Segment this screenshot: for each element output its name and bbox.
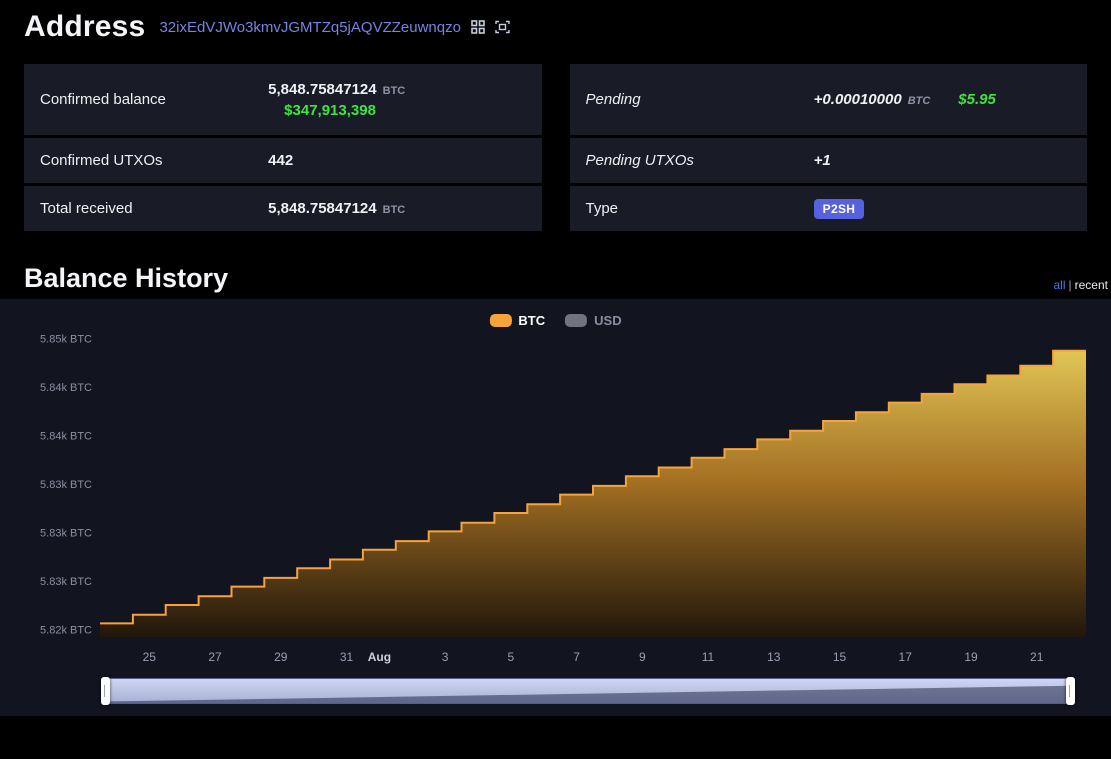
- stat-label: Type: [586, 200, 814, 217]
- pending-usd: $5.95: [958, 91, 996, 108]
- stat-label: Confirmed balance: [40, 91, 268, 108]
- balance-history-header: Balance History all|recent: [0, 249, 1111, 299]
- svg-text:5.82k BTC: 5.82k BTC: [40, 624, 92, 636]
- range-divider: |: [1069, 278, 1072, 292]
- svg-text:13: 13: [767, 650, 781, 664]
- chart-range-navigator[interactable]: [102, 678, 1074, 704]
- svg-text:7: 7: [573, 650, 580, 664]
- legend-item-btc[interactable]: BTC: [489, 313, 545, 328]
- confirmed-balance-usd: $347,913,398: [268, 102, 405, 119]
- stat-label: Confirmed UTXOs: [40, 152, 268, 169]
- page-title: Address: [24, 10, 145, 44]
- svg-text:5.83k BTC: 5.83k BTC: [40, 527, 92, 539]
- scan-address-icon[interactable]: [495, 20, 510, 34]
- pending-utxos-value: +1: [814, 152, 831, 169]
- confirmed-stats-table: Confirmed balance 5,848.75847124 BTC $34…: [24, 64, 542, 231]
- stat-row-total-received: Total received 5,848.75847124 BTC: [24, 186, 542, 231]
- stat-row-pending: Pending +0.00010000 BTC $5.95: [570, 64, 1088, 135]
- balance-history-chart-panel: 5.85k BTC 5.84k BTC 5.84k BTC 5.83k BTC 5.83…: [0, 299, 1111, 716]
- svg-text:15: 15: [833, 650, 847, 664]
- svg-text:5.85k BTC: 5.85k BTC: [40, 334, 92, 346]
- balance-chart-svg: 5.85k BTC 5.84k BTC 5.84k BTC 5.83k BTC 5.83…: [0, 299, 1111, 671]
- chart-legend: BTC USD: [489, 313, 621, 328]
- legend-item-usd[interactable]: USD: [565, 313, 621, 328]
- svg-text:5.84k BTC: 5.84k BTC: [40, 431, 92, 443]
- navigator-left-handle[interactable]: [101, 677, 110, 705]
- qr-code-icon[interactable]: [471, 20, 485, 34]
- svg-text:25: 25: [143, 650, 157, 664]
- stat-label: Total received: [40, 200, 268, 217]
- svg-text:21: 21: [1030, 650, 1044, 664]
- btc-unit: BTC: [908, 95, 931, 107]
- svg-text:5.84k BTC: 5.84k BTC: [40, 382, 92, 394]
- balance-history-title: Balance History: [24, 263, 228, 294]
- svg-text:Aug: Aug: [368, 650, 391, 664]
- svg-text:27: 27: [208, 650, 222, 664]
- svg-text:9: 9: [639, 650, 646, 664]
- stat-row-type: Type P2SH: [570, 186, 1088, 231]
- svg-text:5: 5: [507, 650, 514, 664]
- legend-label: USD: [594, 313, 621, 328]
- svg-text:17: 17: [899, 650, 913, 664]
- svg-text:19: 19: [964, 650, 978, 664]
- svg-text:5.83k BTC: 5.83k BTC: [40, 576, 92, 588]
- stat-label: Pending UTXOs: [586, 152, 814, 169]
- navigator-area-preview: [103, 679, 1073, 703]
- stat-row-confirmed-balance: Confirmed balance 5,848.75847124 BTC $34…: [24, 64, 542, 135]
- svg-text:5.83k BTC: 5.83k BTC: [40, 479, 92, 491]
- pending-stats-table: Pending +0.00010000 BTC $5.95 Pending UT…: [570, 64, 1088, 231]
- range-links: all|recent: [1054, 278, 1109, 294]
- address-type-badge: P2SH: [814, 199, 865, 219]
- svg-text:3: 3: [442, 650, 449, 664]
- stat-row-confirmed-utxos: Confirmed UTXOs 442: [24, 138, 542, 183]
- pending-value: +0.00010000: [814, 91, 902, 108]
- stat-row-pending-utxos: Pending UTXOs +1: [570, 138, 1088, 183]
- address-header: Address 32ixEdVJWo3kmvJGMTZq5jAQVZZeuwnq…: [0, 0, 1111, 52]
- usd-swatch-icon: [565, 314, 587, 327]
- stat-label: Pending: [586, 91, 814, 108]
- confirmed-balance-value: 5,848.75847124: [268, 81, 376, 98]
- address-stats: Confirmed balance 5,848.75847124 BTC $34…: [0, 52, 1111, 249]
- svg-text:29: 29: [274, 650, 288, 664]
- btc-unit: BTC: [383, 85, 406, 97]
- btc-swatch-icon: [489, 314, 511, 327]
- range-all-link[interactable]: all: [1054, 278, 1066, 292]
- svg-text:11: 11: [702, 650, 715, 664]
- total-received-value: 5,848.75847124: [268, 200, 376, 217]
- confirmed-utxos-value: 442: [268, 152, 293, 169]
- legend-label: BTC: [518, 313, 545, 328]
- range-recent-link[interactable]: recent: [1075, 278, 1108, 292]
- navigator-right-handle[interactable]: [1066, 677, 1075, 705]
- svg-text:31: 31: [340, 650, 354, 664]
- btc-unit: BTC: [383, 204, 406, 216]
- address-link[interactable]: 32ixEdVJWo3kmvJGMTZq5jAQVZZeuwnqzo: [159, 19, 461, 36]
